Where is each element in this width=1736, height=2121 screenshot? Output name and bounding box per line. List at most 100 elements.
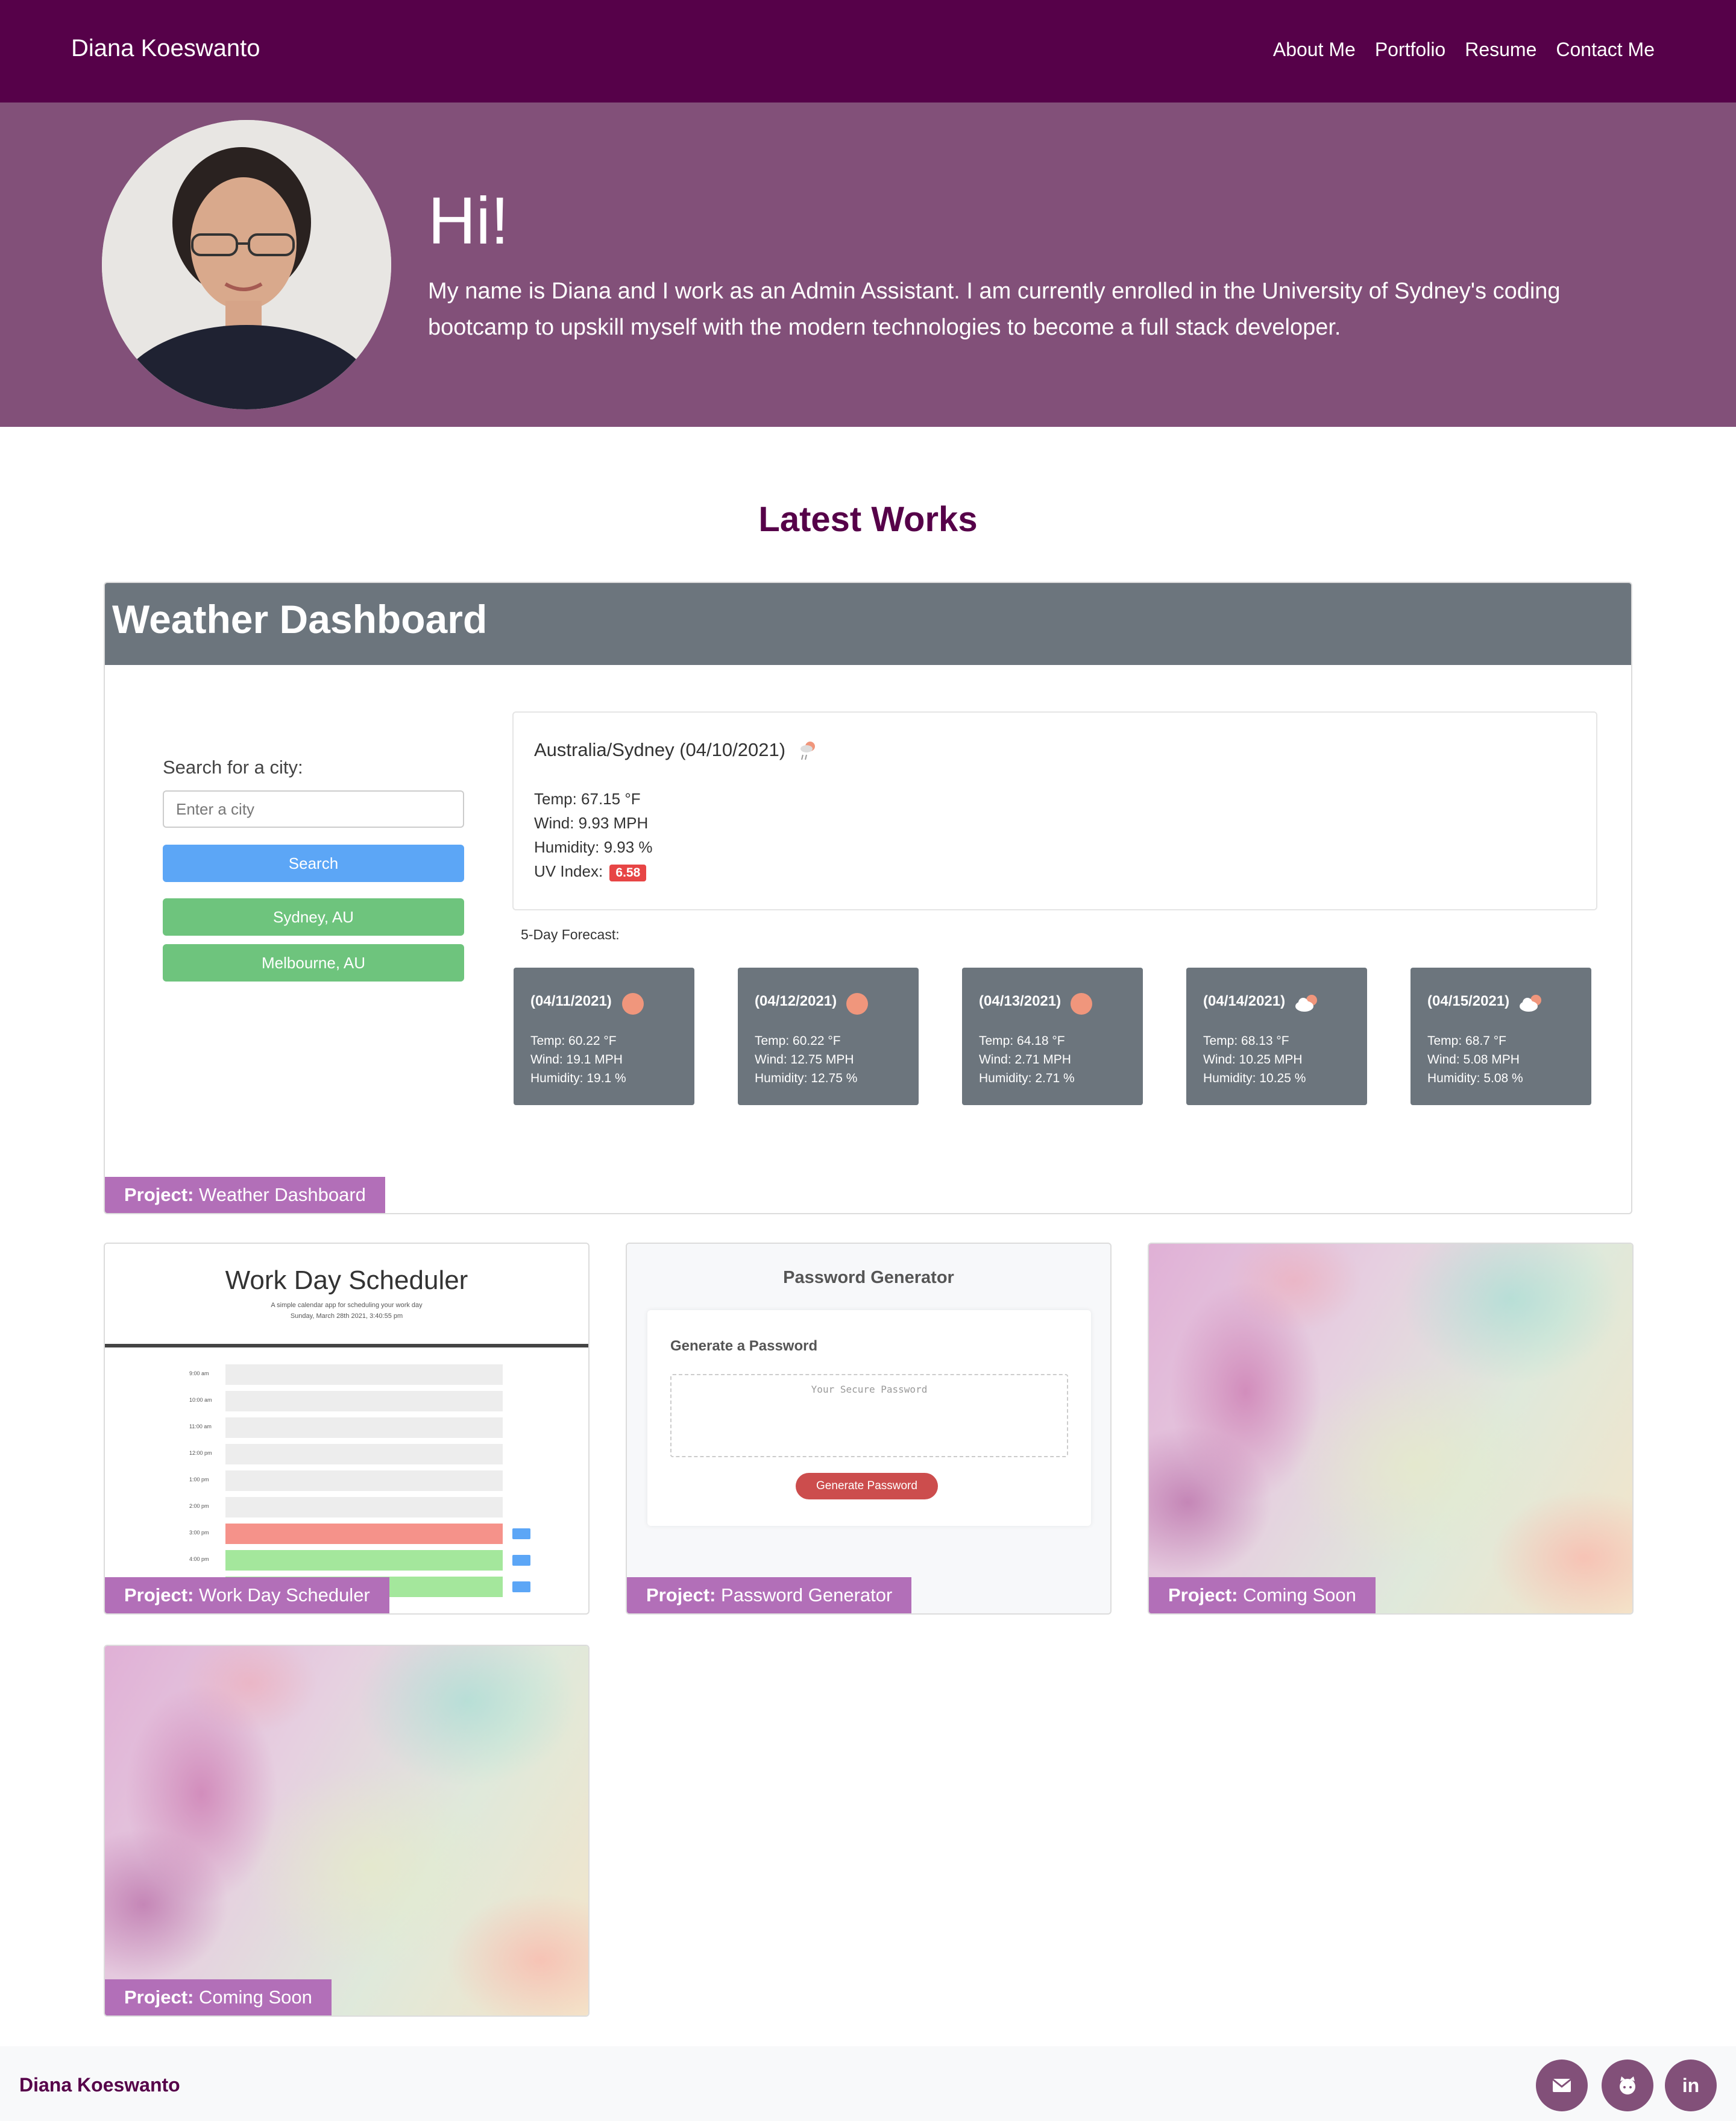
scheduler-divider: [105, 1344, 588, 1347]
nav-link-about[interactable]: About Me: [1273, 39, 1356, 61]
forecast-wind: Wind: 10.25 MPH: [1203, 1053, 1303, 1067]
project-label-coming-soon[interactable]: Project: Coming Soon: [105, 1979, 332, 2015]
profile-photo: [102, 120, 391, 409]
coming-soon-card[interactable]: Project: Coming Soon: [104, 1645, 590, 2017]
scheduler-row: [225, 1470, 503, 1491]
scheduler-row: [225, 1364, 503, 1385]
generate-password-button: Generate Password: [796, 1473, 938, 1499]
forecast-wind: Wind: 5.08 MPH: [1427, 1053, 1520, 1067]
uv-label: UV Index:: [534, 862, 603, 880]
work-day-scheduler-card[interactable]: Work Day Scheduler A simple calendar app…: [104, 1243, 590, 1615]
cloud-sun-icon: [1295, 995, 1317, 1012]
forecast-card: (04/13/2021) Temp: 64.18 °F Wind: 2.71 M…: [962, 968, 1143, 1105]
forecast-humidity: Humidity: 5.08 %: [1427, 1071, 1523, 1085]
project-label-prefix: Project:: [1168, 1584, 1238, 1606]
project-label-weather[interactable]: Project: Weather Dashboard: [105, 1177, 385, 1213]
weather-dashboard-title: Weather Dashboard: [112, 597, 488, 641]
scheduler-row: [225, 1497, 503, 1517]
weather-dashboard-card[interactable]: Weather Dashboard Search for a city: Ent…: [104, 582, 1632, 1214]
scheduler-save-button: [512, 1528, 530, 1539]
hero-section: Hi! My name is Diana and I work as an Ad…: [0, 102, 1736, 427]
sun-icon: [622, 993, 644, 1015]
sun-icon: [1071, 993, 1092, 1015]
abstract-art-image: [1149, 1244, 1632, 1613]
project-label-name: Work Day Scheduler: [199, 1584, 370, 1606]
current-temp: Temp: 67.15 °F: [534, 790, 641, 808]
scheduler-subtitle: A simple calendar app for scheduling you…: [271, 1302, 423, 1309]
forecast-label: 5-Day Forecast:: [521, 927, 620, 942]
scheduler-row: [225, 1444, 503, 1464]
hero-title: Hi!: [428, 184, 509, 258]
footer-brand: Diana Koeswanto: [19, 2074, 180, 2096]
forecast-date: (04/12/2021): [755, 993, 837, 1009]
city-button-melbourne[interactable]: Melbourne, AU: [163, 944, 464, 982]
password-subtitle: Generate a Password: [670, 1338, 818, 1354]
scheduler-row: [225, 1391, 503, 1411]
hero-text: My name is Diana and I work as an Admin …: [428, 279, 1561, 340]
forecast-wind: Wind: 19.1 MPH: [530, 1053, 623, 1067]
nav-link-resume[interactable]: Resume: [1465, 39, 1536, 61]
forecast-humidity: Humidity: 2.71 %: [979, 1071, 1075, 1085]
project-label-name: Weather Dashboard: [199, 1184, 366, 1205]
search-label: Search for a city:: [163, 757, 303, 778]
forecast-date: (04/11/2021): [530, 993, 612, 1009]
cloud-sun-icon: [1520, 995, 1541, 1012]
scheduler-time: 12:00 pm: [189, 1450, 212, 1456]
project-label-prefix: Project:: [124, 1584, 194, 1606]
footer: Diana Koeswanto in: [0, 2046, 1736, 2121]
scheduler-time: 2:00 pm: [189, 1503, 209, 1509]
current-city-text: Australia/Sydney (04/10/2021): [534, 739, 786, 761]
forecast-card: (04/11/2021) Temp: 60.22 °F Wind: 19.1 M…: [514, 968, 694, 1105]
rain-icon: [800, 742, 815, 760]
project-label-password[interactable]: Project: Password Generator: [627, 1577, 912, 1613]
password-title: Password Generator: [783, 1268, 954, 1287]
sun-icon: [846, 993, 868, 1015]
project-label-scheduler[interactable]: Project: Work Day Scheduler: [105, 1577, 389, 1613]
nav-link-contact[interactable]: Contact Me: [1556, 39, 1655, 61]
forecast-card: (04/12/2021) Temp: 60.22 °F Wind: 12.75 …: [738, 968, 919, 1105]
scheduler-title: Work Day Scheduler: [225, 1265, 468, 1295]
forecast-humidity: Humidity: 12.75 %: [755, 1071, 858, 1085]
scheduler-time: 3:00 pm: [189, 1530, 209, 1536]
current-wind: Wind: 9.93 MPH: [534, 814, 649, 832]
project-label-coming-soon[interactable]: Project: Coming Soon: [1149, 1577, 1376, 1613]
project-label-name: Password Generator: [721, 1584, 893, 1606]
uv-badge: 6.58: [609, 865, 647, 881]
city-button-sydney[interactable]: Sydney, AU: [163, 898, 464, 936]
current-uv: UV Index: 6.58: [534, 862, 647, 881]
forecast-temp: Temp: 60.22 °F: [530, 1034, 617, 1048]
scheduler-row: [225, 1417, 503, 1438]
email-icon[interactable]: [1536, 2060, 1588, 2111]
forecast-date: (04/15/2021): [1427, 993, 1510, 1009]
nav-link-portfolio[interactable]: Portfolio: [1375, 39, 1445, 61]
forecast-temp: Temp: 64.18 °F: [979, 1034, 1065, 1048]
current-humidity: Humidity: 9.93 %: [534, 838, 653, 856]
linkedin-icon[interactable]: in: [1665, 2060, 1717, 2111]
forecast-card: (04/14/2021) Temp: 68.13 °F Wind: 10.25 …: [1186, 968, 1367, 1105]
password-generator-card[interactable]: Password Generator Generate a Password Y…: [626, 1243, 1112, 1615]
forecast-temp: Temp: 60.22 °F: [755, 1034, 841, 1048]
coming-soon-card[interactable]: Project: Coming Soon: [1148, 1243, 1634, 1615]
forecast-card: (04/15/2021) Temp: 68.7 °F Wind: 5.08 MP…: [1410, 968, 1591, 1105]
password-textarea: Your Secure Password: [670, 1374, 1068, 1457]
scheduler-time: 4:00 pm: [189, 1556, 209, 1562]
city-search-input[interactable]: Enter a city: [163, 790, 464, 828]
forecast-date: (04/13/2021): [979, 993, 1061, 1009]
forecast-wind: Wind: 2.71 MPH: [979, 1053, 1071, 1067]
scheduler-time: 11:00 am: [189, 1423, 212, 1429]
scheduler-save-button: [512, 1555, 530, 1566]
weather-dashboard-header: Weather Dashboard: [105, 583, 1631, 665]
forecast-wind: Wind: 12.75 MPH: [755, 1053, 854, 1067]
navbar: Diana Koeswanto About Me Portfolio Resum…: [0, 0, 1736, 102]
scheduler-row: [225, 1524, 503, 1544]
project-label-name: Coming Soon: [1243, 1584, 1356, 1606]
current-weather-panel: Australia/Sydney (04/10/2021) Temp: 67.1…: [512, 711, 1597, 910]
forecast-date: (04/14/2021): [1203, 993, 1286, 1009]
project-label-name: Coming Soon: [199, 1987, 312, 2008]
github-icon[interactable]: [1602, 2060, 1653, 2111]
brand-link[interactable]: Diana Koeswanto: [71, 35, 260, 62]
search-button[interactable]: Search: [163, 845, 464, 882]
scheduler-time: 1:00 pm: [189, 1477, 209, 1483]
scheduler-row: [225, 1550, 503, 1571]
project-label-prefix: Project:: [124, 1987, 194, 2008]
